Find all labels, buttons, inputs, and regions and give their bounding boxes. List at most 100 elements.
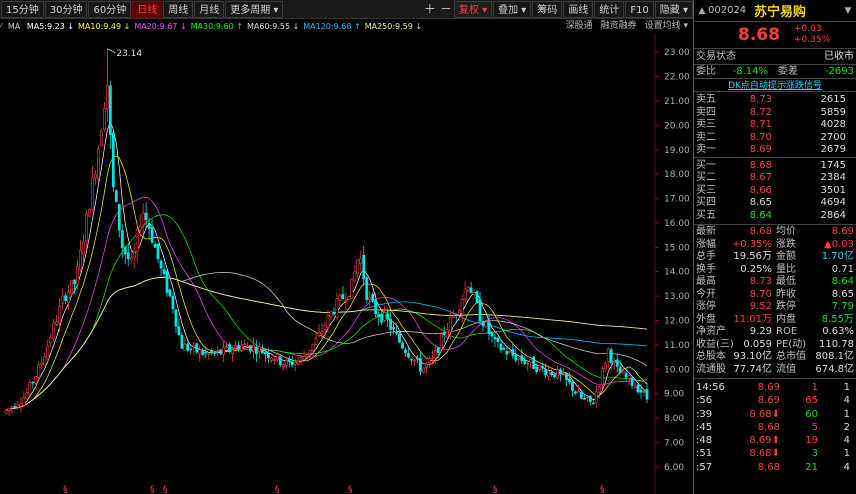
book-volume: 1745 <box>820 159 846 171</box>
zoom-in-icon[interactable]: ＋ <box>423 1 437 18</box>
chevron-down-icon[interactable]: ▼ <box>842 5 854 17</box>
stat-label: 总股本 <box>696 351 726 362</box>
stats-row: 涨幅 +0.35% 涨跌 ▲0.03 <box>694 239 856 252</box>
candle-body <box>407 353 410 358</box>
candle-body <box>469 287 473 294</box>
stat-label: 均价 <box>776 226 796 237</box>
period-30min-button[interactable]: 30分钟 <box>44 0 88 18</box>
margin-link[interactable]: 融资融券 <box>601 20 637 33</box>
ma-toggle-icon[interactable]: ⁄ <box>0 22 1 31</box>
bid-row[interactable]: 买三 8.66 3501 <box>694 185 856 198</box>
ask-row[interactable]: 卖四 8.72 5859 <box>694 107 856 120</box>
book-volume: 2384 <box>820 172 846 183</box>
tick-row: :45 8.68 5 2 <box>694 421 856 434</box>
candle-body <box>377 314 381 318</box>
candle-body <box>645 389 649 400</box>
period-daily-button[interactable]: 日线 <box>132 0 163 18</box>
zoom-out-icon[interactable]: － <box>439 1 453 18</box>
bid-row[interactable]: 买二 8.67 2384 <box>694 172 856 185</box>
candle-body <box>445 329 449 338</box>
period-monthly-button[interactable]: 月线 <box>194 0 225 18</box>
candle-body <box>263 352 267 355</box>
ma-legend-item: MA10:9.49 ↓ <box>78 22 131 31</box>
candle-body <box>523 359 527 364</box>
candle-body <box>272 359 276 361</box>
candle-body <box>639 389 643 393</box>
candle-body <box>603 363 607 370</box>
ma-line <box>5 196 648 411</box>
candle-body <box>556 369 559 379</box>
period-toolbar: 15分钟 30分钟 60分钟 日线 周线 月线 更多周期 ▾ ＋ － 复权 ▾ … <box>0 0 693 19</box>
more-periods-dropdown[interactable]: 更多周期 ▾ <box>225 0 284 18</box>
chevron-up-icon[interactable]: ▲ <box>696 5 708 17</box>
chips-button[interactable]: 筹码 <box>532 0 563 18</box>
candle-body <box>7 408 11 411</box>
candle-body <box>475 291 479 303</box>
hide-dropdown[interactable]: 隐藏 ▾ <box>654 0 693 18</box>
candle-body <box>266 352 270 358</box>
overlay-dropdown[interactable]: 叠加 ▾ <box>493 0 532 18</box>
tick-time: :51 <box>696 448 713 460</box>
y-tick-label: 23.00 <box>664 48 690 58</box>
stats-row: 外盘 11.01万 内盘 8.55万 <box>694 314 856 327</box>
period-15min-button[interactable]: 15分钟 <box>1 0 44 18</box>
candle-body <box>398 333 401 343</box>
stats-row: 收益(三) 0.059 PE(动) 110.78 <box>694 339 856 352</box>
candle-body <box>237 345 240 350</box>
bid-row[interactable]: 买四 8.65 4694 <box>694 197 856 210</box>
candle-body <box>102 108 106 131</box>
candle-body <box>511 349 515 356</box>
tick-time: :57 <box>696 461 713 473</box>
kline-chart[interactable]: 23.14 23.00 22.00 21.00 20.00 19.00 18.00 17.0… <box>0 34 693 494</box>
ask-row[interactable]: 卖五 8.73 2615 <box>694 94 856 107</box>
tick-time: :56 <box>696 395 713 407</box>
stat-value: 808.1亿 <box>815 351 854 362</box>
candle-body <box>433 350 437 359</box>
bid-row[interactable]: 买五 8.64 2864 <box>694 210 856 223</box>
ask-row[interactable]: 卖一 8.69 2679 <box>694 144 856 157</box>
period-weekly-button[interactable]: 周线 <box>163 0 194 18</box>
candle-body <box>353 271 357 282</box>
stat-value: 8.69 <box>831 226 854 237</box>
candle-body <box>37 364 41 379</box>
ma-legend-item: MA120:9.68 ↑ <box>303 22 361 31</box>
stat-value: 8.64 <box>831 276 854 287</box>
fuquan-dropdown[interactable]: 复权 ▾ <box>453 0 493 18</box>
ma-line <box>5 277 648 411</box>
book-price: 8.72 <box>749 106 772 118</box>
stat-value: 0.25% <box>740 263 772 275</box>
tick-time: :48 <box>696 435 713 447</box>
set-ma-dropdown[interactable]: 设置均线 ▾ <box>645 20 688 33</box>
book-label: 买一 <box>696 159 716 171</box>
ask-row[interactable]: 卖三 8.71 4028 <box>694 119 856 132</box>
stats-button[interactable]: 统计 <box>594 0 625 18</box>
candle-body <box>597 386 601 393</box>
stat-label: 最新 <box>696 226 716 237</box>
candle-body <box>386 313 390 320</box>
ma-legend-item: MA250:9.59 ↓ <box>364 22 423 31</box>
dk-signal-link[interactable]: DK点自动提示涨跌信号 <box>694 78 856 92</box>
candle-body <box>207 353 211 355</box>
f10-button[interactable]: F10 <box>625 0 654 18</box>
stock-name: 苏宁易购 <box>754 5 807 20</box>
stat-label: 涨幅 <box>696 238 716 250</box>
period-60min-button[interactable]: 60分钟 <box>88 0 132 18</box>
tick-count: 2 <box>843 421 850 433</box>
stat-value: 9.52 <box>749 301 772 312</box>
bid-row[interactable]: 买一 8.68 1745 <box>694 160 856 173</box>
candle-body <box>302 356 306 360</box>
candle-body <box>19 403 23 407</box>
y-tick-label: 12.00 <box>664 316 690 326</box>
ma-legend-item: MA60:9.55 ↓ <box>246 22 300 31</box>
shgt-link[interactable]: 深股通 <box>566 20 593 33</box>
ask-row[interactable]: 卖二 8.70 2700 <box>694 132 856 145</box>
draw-line-button[interactable]: 画线 <box>563 0 594 18</box>
candle-body <box>359 258 363 264</box>
tick-list[interactable]: 14:56 8.69 1 1:56 8.69 65 4:39 8.68⬇ 60 1:45 8.68 5… <box>694 379 856 474</box>
candle-body <box>577 391 580 394</box>
candle-body <box>296 360 300 365</box>
candle-body <box>132 251 136 259</box>
candle-body <box>198 349 202 355</box>
candle-body <box>73 279 76 285</box>
stat-label: 流通股 <box>696 363 726 375</box>
